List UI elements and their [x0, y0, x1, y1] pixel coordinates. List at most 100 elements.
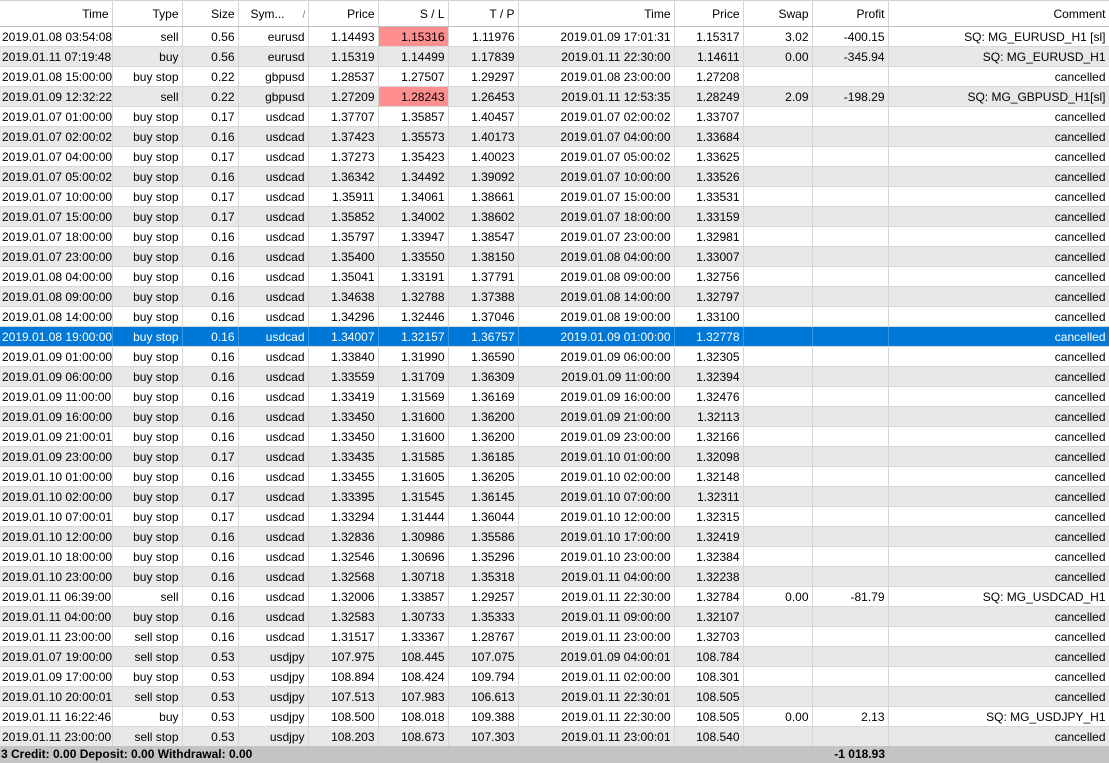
col-header-close-time[interactable]: Time — [518, 0, 675, 27]
table-row[interactable]: 2019.01.07 23:00:00 buy stop 0.16 usdcad 1.3… — [0, 246, 1109, 267]
table-row[interactable]: 2019.01.10 12:00:00 buy stop 0.16 usdcad 1.3… — [0, 526, 1109, 547]
table-row[interactable]: 2019.01.11 07:19:48 buy 0.56 eurusd 1.15319 1… — [0, 46, 1109, 67]
cell-close-time: 2019.01.07 02:00:02 — [518, 106, 675, 127]
cell-price: 1.28537 — [308, 66, 379, 87]
cell-close-price: 1.33159 — [674, 206, 744, 227]
col-header-close-price[interactable]: Price — [674, 0, 744, 27]
table-row[interactable]: 2019.01.07 05:00:02 buy stop 0.16 usdcad 1.3… — [0, 166, 1109, 187]
cell-size: 0.16 — [182, 326, 239, 347]
table-row[interactable]: 2019.01.10 07:00:01 buy stop 0.17 usdcad 1.3… — [0, 506, 1109, 527]
cell-profit — [812, 386, 889, 407]
table-row[interactable]: 2019.01.09 21:00:01 buy stop 0.16 usdcad 1.3… — [0, 426, 1109, 447]
col-header-comment[interactable]: Comment — [888, 0, 1109, 27]
cell-comment: cancelled — [888, 386, 1109, 407]
col-header-swap[interactable]: Swap — [743, 0, 813, 27]
col-header-tp[interactable]: T / P — [448, 0, 519, 27]
cell-profit — [812, 546, 889, 567]
cell-time: 2019.01.10 18:00:00 — [0, 546, 113, 567]
table-row[interactable]: 2019.01.09 06:00:00 buy stop 0.16 usdcad 1.3… — [0, 366, 1109, 387]
cell-comment: cancelled — [888, 666, 1109, 687]
cell-size: 0.16 — [182, 346, 239, 367]
table-row[interactable]: 2019.01.11 23:00:00 sell stop 0.16 usdcad 1.… — [0, 626, 1109, 647]
cell-comment: cancelled — [888, 606, 1109, 627]
cell-symbol: usdcad — [238, 246, 309, 267]
cell-tp: 1.36205 — [448, 466, 519, 487]
col-header-price[interactable]: Price — [308, 0, 379, 27]
table-row[interactable]: 2019.01.07 19:00:00 sell stop 0.53 usdjpy 10… — [0, 646, 1109, 667]
table-row[interactable]: 2019.01.10 01:00:00 buy stop 0.16 usdcad 1.3… — [0, 466, 1109, 487]
table-row[interactable]: 2019.01.11 16:22:46 buy 0.53 usdjpy 108.500 1… — [0, 706, 1109, 727]
col-header-size[interactable]: Size — [182, 0, 239, 27]
cell-close-price: 108.505 — [674, 686, 744, 707]
cell-symbol: usdcad — [238, 126, 309, 147]
table-row[interactable]: 2019.01.10 23:00:00 buy stop 0.16 usdcad 1.3… — [0, 566, 1109, 587]
cell-price: 107.513 — [308, 686, 379, 707]
table-row[interactable]: 2019.01.08 14:00:00 buy stop 0.16 usdcad 1.3… — [0, 306, 1109, 327]
table-row[interactable]: 2019.01.09 01:00:00 buy stop 0.16 usdcad 1.3… — [0, 346, 1109, 367]
cell-close-price: 108.301 — [674, 666, 744, 687]
table-row[interactable]: 2019.01.08 03:54:08 sell 0.56 eurusd 1.14493… — [0, 26, 1109, 47]
cell-close-price: 108.540 — [674, 726, 744, 747]
cell-comment: cancelled — [888, 326, 1109, 347]
cell-size: 0.22 — [182, 66, 239, 87]
table-row[interactable]: 2019.01.07 04:00:00 buy stop 0.17 usdcad 1.3… — [0, 146, 1109, 167]
cell-tp: 1.36200 — [448, 406, 519, 427]
cell-profit — [812, 426, 889, 447]
cell-price: 1.33559 — [308, 366, 379, 387]
table-row[interactable]: 2019.01.09 11:00:00 buy stop 0.16 usdcad 1.3… — [0, 386, 1109, 407]
table-row[interactable]: 2019.01.07 15:00:00 buy stop 0.17 usdcad 1.3… — [0, 206, 1109, 227]
table-row[interactable]: 2019.01.08 19:00:00 buy stop 0.16 usdcad 1.3… — [0, 326, 1109, 347]
cell-size: 0.17 — [182, 506, 239, 527]
table-row[interactable]: 2019.01.09 16:00:00 buy stop 0.16 usdcad 1.3… — [0, 406, 1109, 427]
cell-tp: 1.38547 — [448, 226, 519, 247]
cell-close-price: 1.32476 — [674, 386, 744, 407]
cell-type: buy stop — [112, 546, 183, 567]
table-row[interactable]: 2019.01.09 23:00:00 buy stop 0.17 usdcad 1.3… — [0, 446, 1109, 467]
table-row[interactable]: 2019.01.08 04:00:00 buy stop 0.16 usdcad 1.3… — [0, 266, 1109, 287]
cell-size: 0.16 — [182, 286, 239, 307]
cell-swap — [743, 506, 813, 527]
table-body: 2019.01.08 03:54:08 sell 0.56 eurusd 1.14493… — [0, 26, 1109, 747]
cell-type: sell — [112, 26, 183, 47]
table-row[interactable]: 2019.01.11 06:39:00 sell 0.16 usdcad 1.32006… — [0, 586, 1109, 607]
cell-swap — [743, 346, 813, 367]
col-header-profit[interactable]: Profit — [812, 0, 889, 27]
col-header-symbol[interactable]: Sym... / — [238, 0, 309, 27]
cell-time: 2019.01.09 01:00:00 — [0, 346, 113, 367]
cell-type: buy stop — [112, 346, 183, 367]
table-row[interactable]: 2019.01.08 15:00:00 buy stop 0.22 gbpusd 1.2… — [0, 66, 1109, 87]
cell-swap — [743, 386, 813, 407]
cell-price: 1.35911 — [308, 186, 379, 207]
cell-size: 0.16 — [182, 406, 239, 427]
cell-comment: cancelled — [888, 146, 1109, 167]
col-header-type[interactable]: Type — [112, 0, 183, 27]
cell-profit — [812, 506, 889, 527]
table-row[interactable]: 2019.01.10 18:00:00 buy stop 0.16 usdcad 1.3… — [0, 546, 1109, 567]
col-label: Size — [211, 6, 235, 21]
table-row[interactable]: 2019.01.07 10:00:00 buy stop 0.17 usdcad 1.3… — [0, 186, 1109, 207]
table-row[interactable]: 2019.01.07 02:00:02 buy stop 0.16 usdcad 1.3… — [0, 126, 1109, 147]
table-row[interactable]: 2019.01.07 18:00:00 buy stop 0.16 usdcad 1.3… — [0, 226, 1109, 247]
cell-swap — [743, 646, 813, 667]
table-row[interactable]: 2019.01.08 09:00:00 buy stop 0.16 usdcad 1.3… — [0, 286, 1109, 307]
table-row[interactable]: 2019.01.10 02:00:00 buy stop 0.17 usdcad 1.3… — [0, 486, 1109, 507]
cell-close-price: 1.33526 — [674, 166, 744, 187]
table-row[interactable]: 2019.01.11 23:00:00 sell stop 0.53 usdjpy 10… — [0, 726, 1109, 747]
cell-sl: 108.424 — [378, 666, 449, 687]
summary-footer: 3 Credit: 0.00 Deposit: 0.00 Withdrawal:… — [0, 746, 1109, 763]
cell-comment: cancelled — [888, 426, 1109, 447]
cell-price: 1.32006 — [308, 586, 379, 607]
cell-comment: cancelled — [888, 626, 1109, 647]
cell-comment: SQ: MG_EURUSD_H1 [sl] — [888, 26, 1109, 47]
col-header-time[interactable]: Time — [0, 0, 113, 27]
table-row[interactable]: 2019.01.10 20:00:01 sell stop 0.53 usdjpy 10… — [0, 686, 1109, 707]
table-row[interactable]: 2019.01.09 12:32:22 sell 0.22 gbpusd 1.27209… — [0, 86, 1109, 107]
cell-profit: -400.15 — [812, 26, 889, 47]
cell-close-price: 1.32784 — [674, 586, 744, 607]
table-row[interactable]: 2019.01.11 04:00:00 buy stop 0.16 usdcad 1.3… — [0, 606, 1109, 627]
table-row[interactable]: 2019.01.07 01:00:00 buy stop 0.17 usdcad 1.3… — [0, 106, 1109, 127]
table-row[interactable]: 2019.01.09 17:00:00 buy stop 0.53 usdjpy 108… — [0, 666, 1109, 687]
col-header-sl[interactable]: S / L — [378, 0, 449, 27]
cell-symbol: usdcad — [238, 606, 309, 627]
cell-profit — [812, 626, 889, 647]
